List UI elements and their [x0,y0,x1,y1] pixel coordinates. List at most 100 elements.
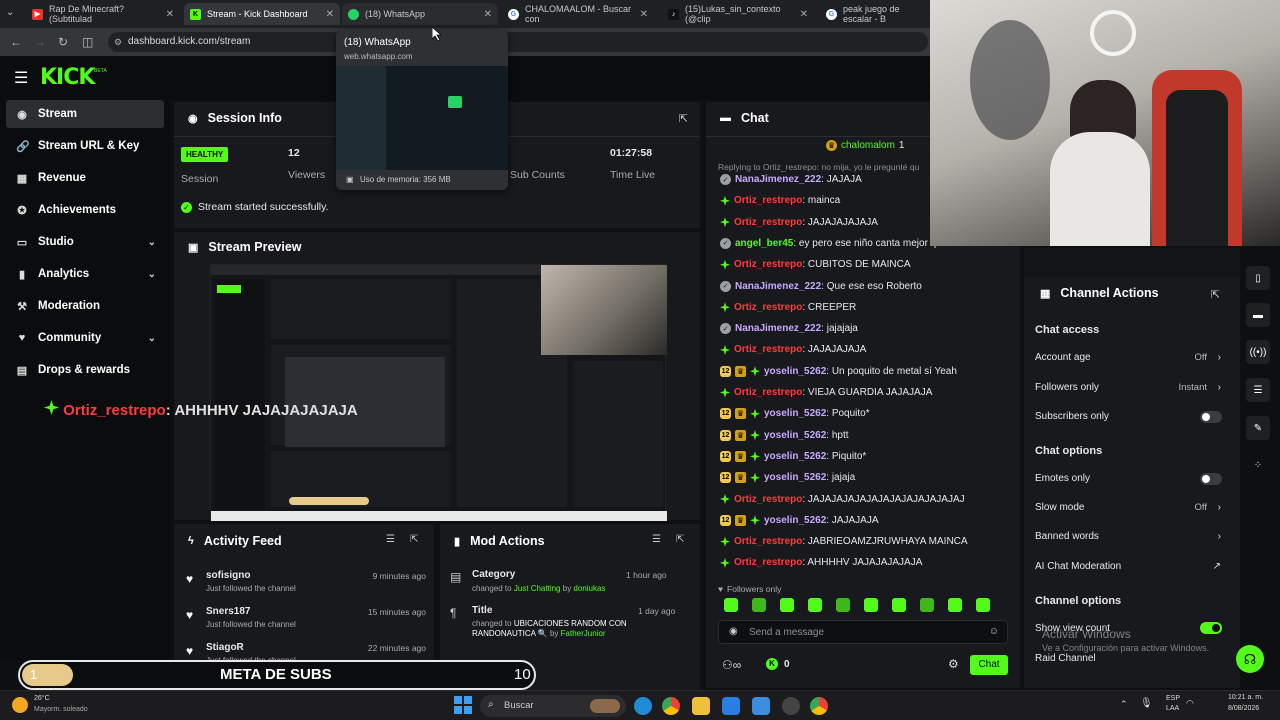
chevron-down-icon[interactable]: ⌄ [148,237,156,248]
settings-gear-icon[interactable]: ⚙ [948,657,959,671]
emote-icon[interactable] [976,598,990,612]
kick-logo[interactable]: KICK [40,65,95,90]
wifi-icon[interactable]: ◠ [1186,698,1194,709]
emote-icon[interactable] [724,598,738,612]
sidebar-item-moderation[interactable]: ⚒ Moderation [6,292,164,320]
tab-google-search[interactable]: G CHALOMAALOM - Buscar con ✕ [502,3,654,25]
address-bar[interactable]: ⚙ dashboard.kick.com/stream [108,32,928,52]
activity-user[interactable]: Sners187 [206,606,250,617]
sidebar-item-studio[interactable]: ▭ Studio ⌄ [6,228,164,256]
ai-moderation-row[interactable]: AI Chat Moderation ↗ [1035,561,1225,572]
chevron-down-icon[interactable]: ⌄ [148,269,156,280]
forward-icon[interactable]: → [34,35,46,49]
reload-icon[interactable]: ↻ [58,35,68,49]
emotes-only-toggle[interactable] [1200,473,1222,485]
pinned-gifter[interactable]: ♛ chalomalom 1 [826,140,904,151]
chat-username[interactable]: angel_ber45 [735,238,793,249]
back-icon[interactable]: ← [10,35,22,49]
mod-desc-user[interactable]: FatherJunior [561,629,606,638]
tool-chat-icon[interactable]: ▬ [1246,303,1270,327]
chat-username[interactable]: Ortiz_restrepo [734,259,802,270]
clock-time[interactable]: 10:21 a. m. [1228,694,1263,701]
language-code[interactable]: ESP [1166,695,1180,702]
file-explorer-icon[interactable] [692,697,710,715]
filter-icon[interactable]: ☰ [652,534,661,545]
account-age-row[interactable]: Account age Off › [1035,352,1225,363]
windows-start-icon[interactable] [454,696,472,714]
emote-icon[interactable] [808,598,822,612]
tab-whatsapp[interactable]: (18) WhatsApp ✕ [342,3,498,25]
emote-icon[interactable] [864,598,878,612]
keyboard-layout[interactable]: LAA [1166,705,1179,712]
mod-desc-value[interactable]: Just Chatting [514,584,561,593]
tool-wrench-icon[interactable]: ✎ [1246,416,1270,440]
sidebar-item-drops-rewards[interactable]: ▤ Drops & rewards [6,356,164,384]
tab-list-chevron-icon[interactable]: ⌄ [6,7,14,18]
subscribers-only-toggle[interactable] [1200,411,1222,423]
weather-sun-icon[interactable] [12,697,28,713]
chat-input[interactable]: ◉ Send a message ☺ [718,620,1008,644]
tray-chevron-icon[interactable]: ⌃ [1120,699,1128,710]
chat-username[interactable]: yoselin_5262 [764,515,826,526]
tool-clipboard-icon[interactable]: ▯ [1246,266,1270,290]
close-tab-icon[interactable]: ✕ [640,9,648,20]
emote-icon[interactable] [948,598,962,612]
activity-user[interactable]: StiagoR [206,642,244,653]
sidebar-item-stream-url-key[interactable]: 🔗 Stream URL & Key [6,132,164,160]
activity-user[interactable]: sofisigno [206,570,250,581]
chat-username[interactable]: yoselin_5262 [764,451,826,462]
chat-username[interactable]: yoselin_5262 [764,472,826,483]
emote-icon[interactable] [920,598,934,612]
popout-icon[interactable]: ⇱ [679,112,688,125]
tab-tiktok[interactable]: ♪ (15)Lukas_sin_contexto (@clip ✕ [662,3,814,25]
chat-username[interactable]: Ortiz_restrepo [734,557,802,568]
chat-username[interactable]: NanaJimenez_222 [735,174,821,185]
chat-username[interactable]: yoselin_5262 [764,430,826,441]
obs-icon[interactable] [782,697,800,715]
close-tab-icon[interactable]: ✕ [326,9,334,20]
close-tab-icon[interactable]: ✕ [800,9,808,20]
chrome-profile-icon[interactable] [810,697,828,715]
followers-only-row[interactable]: Followers only Instant › [1035,382,1225,393]
banned-words-row[interactable]: Banned words › [1035,531,1225,542]
chat-username[interactable]: yoselin_5262 [764,408,826,419]
raid-channel-row[interactable]: Raid Channel [1035,653,1225,664]
emote-icon[interactable] [752,598,766,612]
tool-dots-icon[interactable]: ⁘ [1246,453,1270,477]
close-tab-icon[interactable]: ✕ [484,9,492,20]
sidebar-item-community[interactable]: ♥ Community ⌄ [6,324,164,352]
tool-list-icon[interactable]: ☰ [1246,378,1270,402]
tool-broadcast-icon[interactable]: ((•)) [1246,340,1270,364]
popout-icon[interactable]: ⇱ [410,534,418,545]
stream-preview-video[interactable] [210,264,667,521]
infinity-icon[interactable]: ⚇∞ [722,658,741,672]
tab-kick-dashboard[interactable]: K Stream - Kick Dashboard ✕ [184,3,340,25]
chevron-down-icon[interactable]: ⌄ [148,333,156,344]
sidebar-item-analytics[interactable]: ▮ Analytics ⌄ [6,260,164,288]
emoji-icon[interactable]: ☺ [989,626,999,637]
send-chat-button[interactable]: Chat [970,655,1008,675]
help-headset-icon[interactable]: ☊ [1236,645,1264,673]
tab-youtube[interactable]: ▶ Rap De Minecraft? (Subtitulad ✕ [26,3,180,25]
clock-date[interactable]: 8/08/2026 [1228,705,1259,712]
popout-icon[interactable]: ⇱ [676,534,684,545]
site-info-icon[interactable]: ⚙ [114,32,122,52]
chat-username[interactable]: Ortiz_restrepo [734,302,802,313]
popout-icon[interactable]: ⇱ [1211,288,1220,301]
chat-username[interactable]: NanaJimenez_222 [735,281,821,292]
chrome-icon[interactable] [662,697,680,715]
filter-icon[interactable]: ☰ [386,534,395,545]
slow-mode-row[interactable]: Slow mode Off › [1035,502,1225,513]
chat-username[interactable]: Ortiz_restrepo [734,387,802,398]
hamburger-menu-icon[interactable]: ☰ [14,68,28,88]
mod-desc-user[interactable]: doniukas [573,584,605,593]
microphone-icon[interactable]: 🎙 [1140,698,1153,709]
emote-icon[interactable] [892,598,906,612]
chat-username[interactable]: Ortiz_restrepo [734,217,802,228]
sidebar-item-stream[interactable]: ◉ Stream [6,100,164,128]
edge-icon[interactable] [634,697,652,715]
chat-username[interactable]: Ortiz_restrepo [734,344,802,355]
chat-username[interactable]: yoselin_5262 [764,366,826,377]
chat-username[interactable]: Ortiz_restrepo [734,536,802,547]
chat-username[interactable]: NanaJimenez_222 [735,323,821,334]
